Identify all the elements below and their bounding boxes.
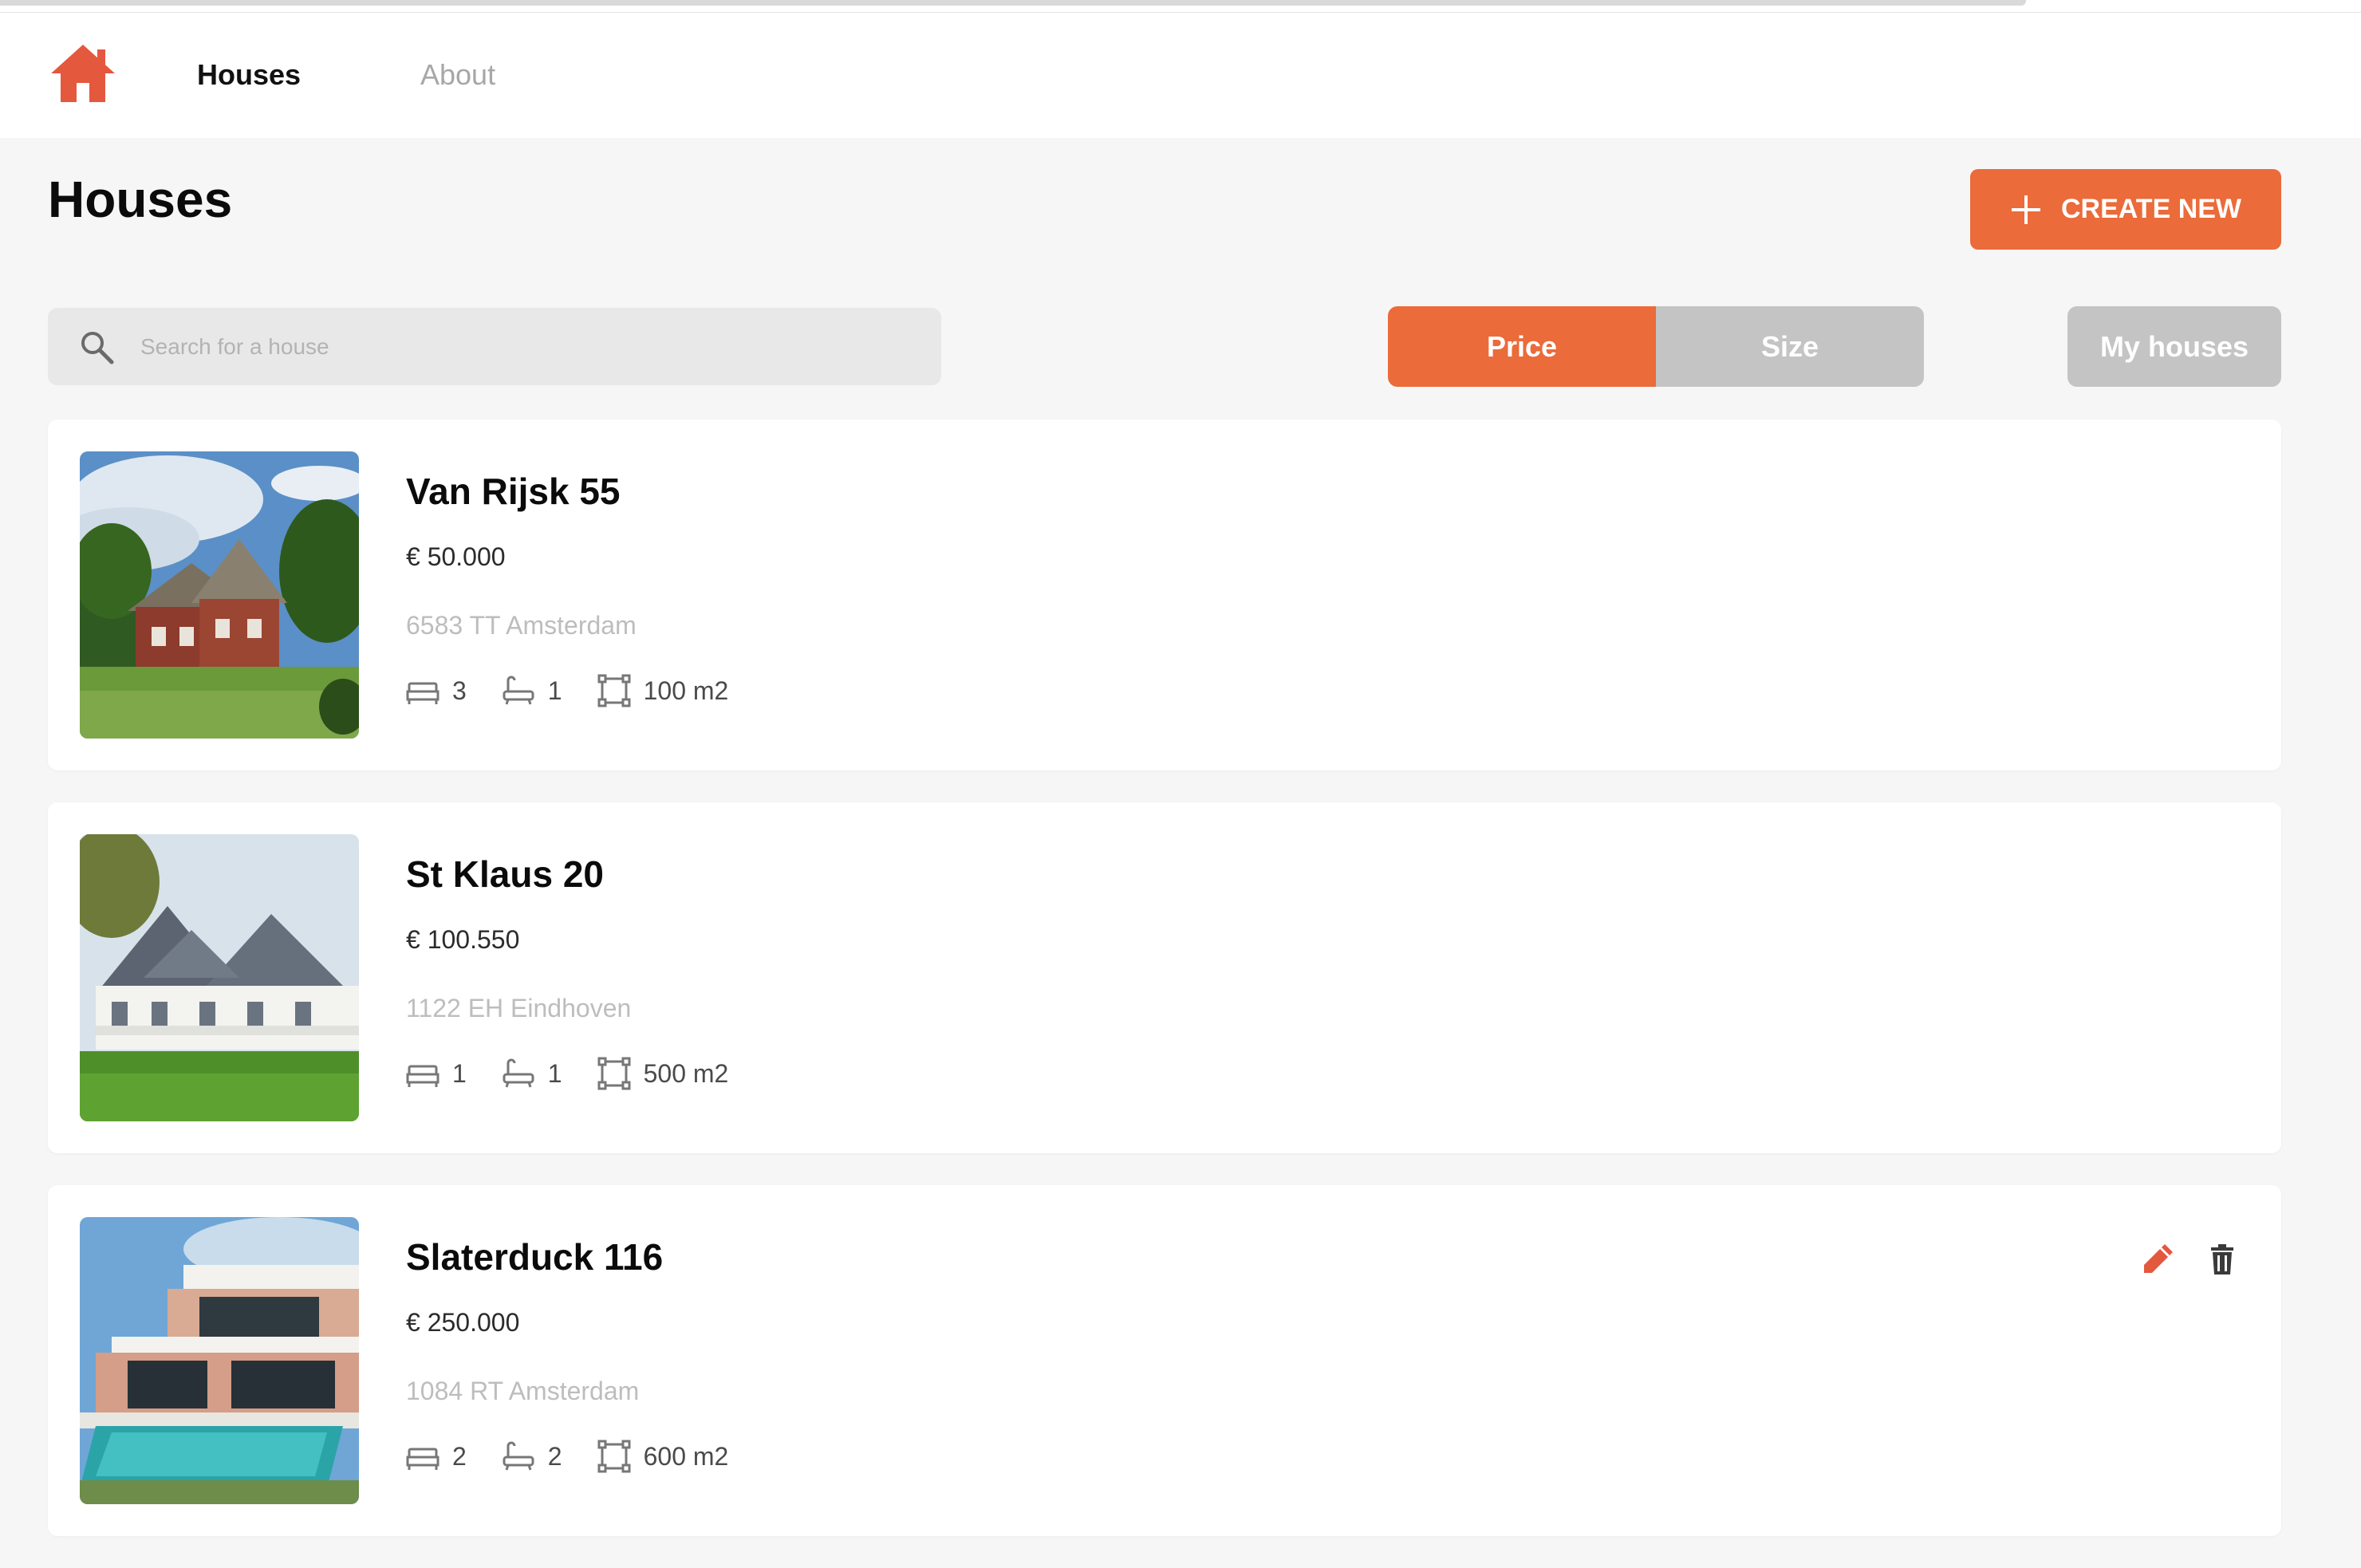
size-icon: [597, 1440, 631, 1473]
home-icon[interactable]: [48, 41, 118, 105]
house-card[interactable]: St Klaus 20 € 100.550 1122 EH Eindhoven …: [48, 802, 2281, 1153]
nav-houses-link[interactable]: Houses: [197, 59, 301, 91]
house-card[interactable]: Slaterduck 116 € 250.000 1084 RT Amsterd…: [48, 1185, 2281, 1536]
bath-icon: [503, 676, 534, 705]
house-location: 6583 TT Amsterdam: [406, 611, 637, 640]
bedroom-count: 1: [452, 1058, 467, 1088]
size-icon: [597, 674, 631, 707]
create-new-button[interactable]: CREATE NEW: [1970, 169, 2281, 250]
house-photo[interactable]: [80, 834, 359, 1121]
house-price: € 250.000: [406, 1308, 520, 1337]
scrollbar-thumb[interactable]: [0, 0, 2026, 6]
create-new-label: CREATE NEW: [2060, 194, 2242, 224]
plus-icon: [2011, 195, 2040, 224]
top-navigation: Houses About: [0, 13, 2361, 138]
house-photo[interactable]: [80, 451, 359, 739]
bed-icon: [406, 682, 439, 704]
search-bar[interactable]: [48, 308, 941, 385]
house-features: 3 1 100 m2: [406, 673, 728, 708]
bed-icon: [406, 1448, 439, 1470]
house-street[interactable]: Slaterduck 116: [406, 1235, 663, 1279]
nav-about-link[interactable]: About: [420, 59, 495, 91]
card-actions: [2141, 1241, 2240, 1276]
house-price: € 100.550: [406, 925, 520, 954]
pencil-icon[interactable]: [2141, 1241, 2176, 1276]
house-features: 1 1 500 m2: [406, 1056, 728, 1091]
house-size: 100 m2: [643, 676, 729, 705]
page-title: Houses: [48, 171, 233, 228]
house-card[interactable]: Van Rijsk 55 € 50.000 6583 TT Amsterdam …: [48, 420, 2281, 770]
search-icon: [81, 331, 114, 364]
house-size: 600 m2: [643, 1441, 729, 1471]
bathroom-count: 1: [547, 1058, 562, 1088]
house-street[interactable]: Van Rijsk 55: [406, 469, 621, 514]
trash-icon[interactable]: [2205, 1241, 2240, 1276]
house-price: € 50.000: [406, 542, 506, 571]
sort-price-button[interactable]: Price: [1388, 306, 1656, 387]
sort-toggle: Price Size: [1388, 306, 1924, 387]
house-location: 1084 RT Amsterdam: [406, 1377, 640, 1405]
browser-scrollbar: [0, 0, 2361, 13]
bathroom-count: 1: [547, 676, 562, 705]
search-input[interactable]: [139, 321, 900, 372]
house-photo[interactable]: [80, 1217, 359, 1504]
sort-size-button[interactable]: Size: [1656, 306, 1924, 387]
bed-icon: [406, 1065, 439, 1087]
bedroom-count: 3: [452, 676, 467, 705]
size-icon: [597, 1057, 631, 1090]
house-size: 500 m2: [643, 1058, 729, 1088]
house-street[interactable]: St Klaus 20: [406, 852, 604, 896]
my-houses-button[interactable]: My houses: [2067, 306, 2281, 387]
bathroom-count: 2: [547, 1441, 562, 1471]
bath-icon: [503, 1441, 534, 1471]
house-features: 2 2 600 m2: [406, 1439, 728, 1474]
house-location: 1122 EH Eindhoven: [406, 994, 632, 1022]
bedroom-count: 2: [452, 1441, 467, 1471]
bath-icon: [503, 1058, 534, 1088]
